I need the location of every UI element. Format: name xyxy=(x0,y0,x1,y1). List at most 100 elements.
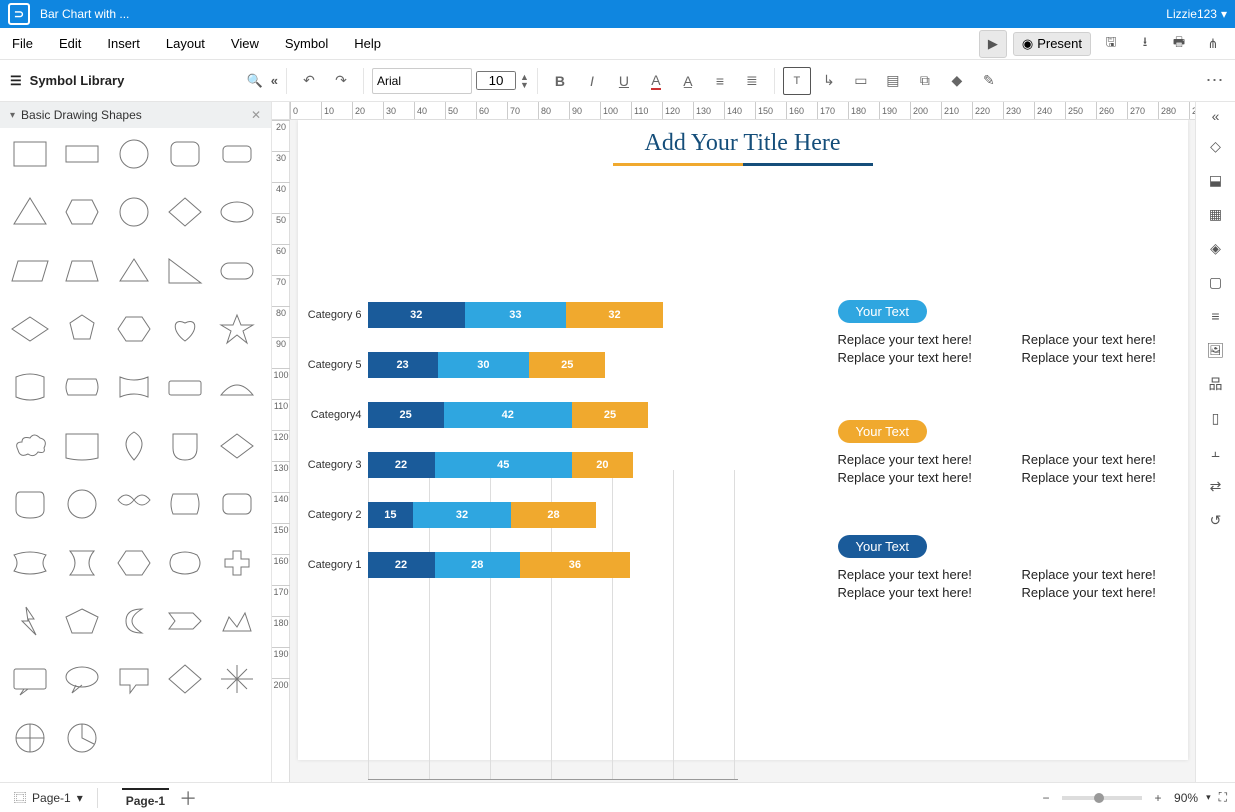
shape-item[interactable] xyxy=(163,603,211,657)
print-icon[interactable]: 🖶 xyxy=(1165,30,1193,58)
menu-symbol[interactable]: Symbol xyxy=(285,36,328,51)
underline-icon[interactable]: U xyxy=(610,67,638,95)
shape-item[interactable] xyxy=(60,428,108,482)
menu-file[interactable]: File xyxy=(12,36,33,51)
shape-item[interactable] xyxy=(163,428,211,482)
close-icon[interactable]: ✕ xyxy=(251,108,261,122)
shape-item[interactable] xyxy=(163,369,211,423)
zoom-chevron-icon[interactable]: ▾ xyxy=(1206,792,1211,803)
page[interactable]: Add Your Title Here Category 6323332Cate… xyxy=(298,120,1188,760)
shape-item[interactable] xyxy=(163,661,211,715)
undo-icon[interactable]: ↶ xyxy=(295,67,323,95)
stacked-bar-chart[interactable]: Category 6323332Category 5233025Category… xyxy=(298,295,748,595)
shape-item[interactable] xyxy=(112,136,160,190)
layers-icon[interactable]: ◈ xyxy=(1202,234,1230,262)
shape-item[interactable] xyxy=(112,428,160,482)
data-icon[interactable]: ≡ xyxy=(1202,302,1230,330)
font-size-select[interactable] xyxy=(476,71,516,90)
shape-item[interactable] xyxy=(215,428,263,482)
canvas-scroll[interactable]: Add Your Title Here Category 6323332Cate… xyxy=(290,120,1195,782)
group-icon[interactable]: ⧉ xyxy=(911,67,939,95)
shape-item[interactable] xyxy=(60,661,108,715)
shape-item[interactable] xyxy=(60,194,108,248)
slideshow-icon[interactable]: ▶ xyxy=(979,30,1007,58)
shape-item[interactable] xyxy=(8,486,56,540)
text-block[interactable]: Your TextReplace your text here!Replace … xyxy=(838,300,1188,367)
shape-item[interactable] xyxy=(8,253,56,307)
shape-item[interactable] xyxy=(8,545,56,599)
more-icon[interactable]: ⋯ xyxy=(1201,67,1229,95)
shape-item[interactable] xyxy=(8,661,56,715)
shape-item[interactable] xyxy=(60,369,108,423)
save-icon[interactable]: 🖫 xyxy=(1097,30,1125,58)
shape-item[interactable] xyxy=(112,311,160,365)
shape-item[interactable] xyxy=(163,311,211,365)
shape-item[interactable] xyxy=(163,194,211,248)
align-icon[interactable]: ⫠ xyxy=(1202,438,1230,466)
shape-item[interactable] xyxy=(112,545,160,599)
text-box-icon[interactable]: T xyxy=(783,67,811,95)
text-block[interactable]: Your TextReplace your text here!Replace … xyxy=(838,535,1188,602)
shape-item[interactable] xyxy=(112,661,160,715)
shape-item[interactable] xyxy=(112,194,160,248)
shape-item[interactable] xyxy=(60,720,108,774)
shape-item[interactable] xyxy=(163,253,211,307)
shape-item[interactable] xyxy=(112,486,160,540)
shape-item[interactable] xyxy=(112,253,160,307)
shape-item[interactable] xyxy=(215,661,263,715)
shape-item[interactable] xyxy=(163,545,211,599)
text-align-icon[interactable]: ≡ xyxy=(706,67,734,95)
shape-item[interactable] xyxy=(112,603,160,657)
collapse-right-icon[interactable]: « xyxy=(1202,106,1230,126)
font-select[interactable] xyxy=(372,68,472,94)
shape-item[interactable] xyxy=(215,194,263,248)
page-selector[interactable]: ⿴ Page-1 ▾ xyxy=(8,787,89,808)
shape-item[interactable] xyxy=(60,545,108,599)
collapse-left-icon[interactable]: « xyxy=(271,73,278,89)
sitemap-icon[interactable]: 品 xyxy=(1202,370,1230,398)
shape-item[interactable] xyxy=(8,311,56,365)
shape-item[interactable] xyxy=(215,311,263,365)
shape-item[interactable] xyxy=(60,136,108,190)
present-icon[interactable]: ▢ xyxy=(1202,268,1230,296)
shape-item[interactable] xyxy=(8,369,56,423)
shape-item[interactable] xyxy=(8,136,56,190)
shape-item[interactable] xyxy=(215,136,263,190)
shape-item[interactable] xyxy=(215,369,263,423)
shape-item[interactable] xyxy=(163,486,211,540)
italic-icon[interactable]: I xyxy=(578,67,606,95)
menu-edit[interactable]: Edit xyxy=(59,36,81,51)
zoom-out-icon[interactable]: − xyxy=(1038,791,1054,805)
share-icon[interactable]: ⋔ xyxy=(1199,30,1227,58)
download-icon[interactable]: ⭳ xyxy=(1131,30,1159,58)
eyedropper-icon[interactable]: ✎ xyxy=(975,67,1003,95)
size-stepper-icon[interactable]: ▲▼ xyxy=(520,73,529,89)
export-icon[interactable]: ⬓ xyxy=(1202,166,1230,194)
fill-icon[interactable]: ▤ xyxy=(879,67,907,95)
shape-item[interactable] xyxy=(60,603,108,657)
shape-item[interactable] xyxy=(215,486,263,540)
zoom-slider[interactable] xyxy=(1062,796,1142,800)
text-block[interactable]: Your TextReplace your text here!Replace … xyxy=(838,420,1188,487)
present-button[interactable]: ◉ Present xyxy=(1013,32,1091,56)
search-icon[interactable]: 🔍 xyxy=(247,73,263,89)
shape-item[interactable] xyxy=(8,720,56,774)
panel-header[interactable]: ▾ Basic Drawing Shapes ✕ xyxy=(0,102,271,128)
shape-item[interactable] xyxy=(8,603,56,657)
page-title[interactable]: Add Your Title Here xyxy=(298,120,1188,163)
shape-item[interactable] xyxy=(163,136,211,190)
fullscreen-icon[interactable]: ⛶ xyxy=(1219,790,1227,805)
menu-insert[interactable]: Insert xyxy=(107,36,140,51)
fill-tool-icon[interactable]: ◇ xyxy=(1202,132,1230,160)
shape-item[interactable] xyxy=(215,603,263,657)
shape-item[interactable] xyxy=(8,428,56,482)
bold-icon[interactable]: B xyxy=(546,67,574,95)
image-icon[interactable]: 🖼 xyxy=(1202,336,1230,364)
highlight-icon[interactable]: A̲ xyxy=(674,67,702,95)
shape-item[interactable] xyxy=(60,486,108,540)
text-color-icon[interactable]: A xyxy=(642,67,670,95)
shape-item[interactable] xyxy=(60,253,108,307)
grid-tool-icon[interactable]: ▦ xyxy=(1202,200,1230,228)
paint-bucket-icon[interactable]: ◆ xyxy=(943,67,971,95)
shape-item[interactable] xyxy=(215,253,263,307)
